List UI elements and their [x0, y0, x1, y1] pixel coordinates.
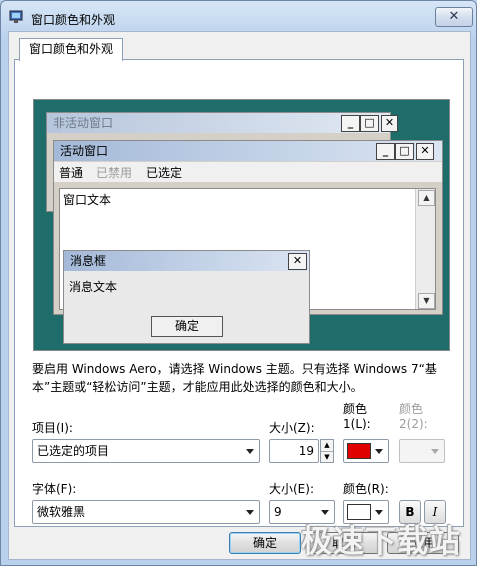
menu-item-selected[interactable]: 已选定: [146, 164, 182, 181]
font-size-value: 9: [274, 505, 282, 519]
chevron-down-icon: [431, 449, 439, 454]
scroll-up-icon[interactable]: ▲: [418, 190, 435, 206]
spin-down-icon[interactable]: ▼: [321, 452, 333, 463]
aero-info-text: 要启用 Windows Aero，请选择 Windows 主题。只有选择 Win…: [32, 362, 437, 394]
color2-picker[interactable]: [399, 439, 445, 463]
color2-label: 颜色: [399, 402, 424, 416]
close-icon: ✕: [416, 143, 434, 160]
spin-up-icon[interactable]: ▲: [321, 440, 333, 452]
chevron-down-icon: [375, 449, 383, 454]
menu-item-disabled[interactable]: 已禁用: [96, 164, 132, 181]
title-bar[interactable]: 窗口颜色和外观 ✕: [7, 7, 473, 31]
window-text-sample: 窗口文本: [63, 193, 112, 207]
font-select-value: 微软雅黑: [37, 505, 86, 519]
dialog-client-area: 窗口颜色和外观 非活动窗口 _ □ ✕ 活动窗口 _ □ ✕ 普通 已禁用 已选…: [8, 31, 471, 560]
item-size-spinner[interactable]: ▲ ▼: [320, 439, 334, 463]
appearance-preview: 非活动窗口 _ □ ✕ 活动窗口 _ □ ✕ 普通 已禁用 已选定 窗口文本 ▲…: [33, 99, 450, 351]
item-size-input[interactable]: 19: [269, 439, 319, 463]
inactive-window-title: 非活动窗口: [47, 113, 390, 133]
item-size-label: 大小(Z):: [269, 421, 315, 435]
font-select[interactable]: 微软雅黑: [32, 500, 260, 524]
menu-item-normal[interactable]: 普通: [59, 164, 83, 181]
minimize-icon: _: [341, 115, 360, 132]
chevron-down-icon: [321, 510, 329, 515]
color1-label-2: 1(L):: [343, 417, 371, 431]
chevron-down-icon: [246, 510, 254, 515]
scroll-down-icon[interactable]: ▼: [418, 293, 435, 309]
close-icon: ✕: [288, 253, 307, 270]
item-select[interactable]: 已选定的项目: [32, 439, 260, 463]
message-text-sample: 消息文本: [69, 280, 118, 294]
window-title: 窗口颜色和外观: [31, 13, 116, 27]
close-icon: ✕: [381, 115, 398, 132]
ok-button[interactable]: 确定: [229, 532, 301, 554]
item-label: 项目(I):: [32, 421, 73, 435]
message-box-ok-button[interactable]: 确定: [151, 316, 223, 337]
item-select-value: 已选定的项目: [37, 444, 110, 458]
message-box-title: 消息框: [64, 251, 309, 271]
font-label: 字体(F):: [32, 482, 77, 496]
message-box-preview[interactable]: 消息框 ✕ 消息文本 确定: [63, 250, 310, 344]
font-color-label: 颜色(R):: [343, 482, 389, 496]
color1-label: 颜色: [343, 402, 368, 416]
dialog-window: 窗口颜色和外观 ✕ 窗口颜色和外观 非活动窗口 _ □ ✕ 活动窗口 _ □ ✕: [0, 0, 477, 566]
color1-swatch: [347, 443, 371, 459]
tab-panel: 非活动窗口 _ □ ✕ 活动窗口 _ □ ✕ 普通 已禁用 已选定 窗口文本 ▲…: [14, 59, 464, 527]
color2-label-2: 2(2):: [399, 417, 428, 431]
font-size-label: 大小(E):: [269, 482, 314, 496]
minimize-icon: _: [376, 143, 395, 160]
chevron-down-icon: [246, 449, 254, 454]
preview-menu-bar: 普通 已禁用 已选定: [54, 162, 442, 182]
preview-scrollbar[interactable]: ▲ ▼: [415, 189, 435, 309]
close-button[interactable]: ✕: [435, 7, 473, 27]
display-icon: [9, 10, 23, 23]
item-size-value: 19: [298, 444, 314, 458]
maximize-icon: □: [360, 115, 379, 132]
tab-window-color-appearance[interactable]: 窗口颜色和外观: [19, 38, 123, 61]
maximize-icon: □: [395, 143, 414, 160]
watermark: 极速下载站: [301, 524, 461, 560]
color1-picker[interactable]: [343, 439, 389, 463]
chevron-down-icon: [375, 510, 383, 515]
